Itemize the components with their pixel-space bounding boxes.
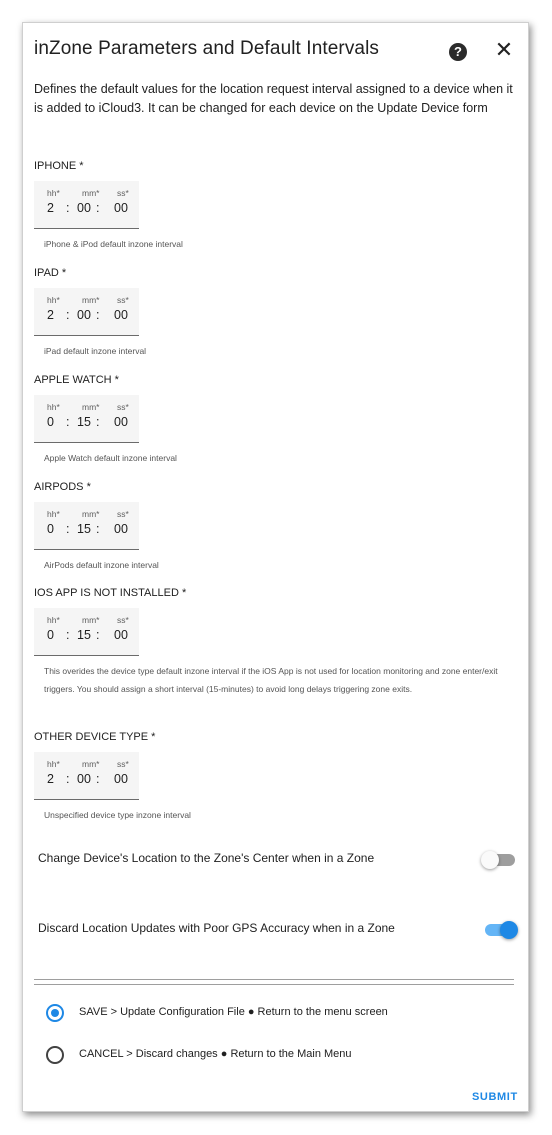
toggle-row-zone-center: Change Device's Location to the Zone's C…: [34, 847, 518, 871]
field-ipad: IPAD * hh* mm* ss* 2 : 00 : 00 iPad defa…: [34, 267, 514, 360]
dialog-description: Defines the default values for the locat…: [34, 82, 513, 115]
minutes-input[interactable]: 00: [77, 772, 91, 786]
hours-input[interactable]: 2: [47, 201, 54, 215]
switch-thumb: [481, 851, 499, 869]
separator: :: [96, 628, 100, 642]
separator: :: [66, 415, 70, 429]
duration-input[interactable]: hh* mm* ss* 0 : 15 : 00: [34, 608, 139, 656]
radio-option-cancel[interactable]: CANCEL > Discard changes ● Return to the…: [46, 1046, 506, 1066]
toggle-switch-zone-center[interactable]: [481, 851, 515, 869]
hours-input[interactable]: 0: [47, 522, 54, 536]
field-helper: This overides the device type default in…: [44, 666, 498, 694]
minutes-input[interactable]: 15: [77, 522, 91, 536]
field-label: IOS APP IS NOT INSTALLED *: [34, 587, 187, 599]
field-label: AIRPODS *: [34, 481, 91, 493]
field-iphone: IPHONE * hh* mm* ss* 2 : 00 : 00 iPhone …: [34, 160, 514, 253]
field-label: APPLE WATCH *: [34, 374, 119, 386]
dialog-title: inZone Parameters and Default Intervals: [34, 38, 380, 59]
minutes-input[interactable]: 00: [77, 308, 91, 322]
field-apple-watch: APPLE WATCH * hh* mm* ss* 0 : 15 : 00 Ap…: [34, 374, 514, 467]
mm-label: mm*: [82, 615, 100, 625]
minutes-input[interactable]: 15: [77, 628, 91, 642]
field-helper: iPad default inzone interval: [44, 346, 147, 356]
separator: :: [66, 772, 70, 786]
separator: :: [66, 201, 70, 215]
seconds-input[interactable]: 00: [114, 201, 128, 215]
mm-label: mm*: [82, 759, 100, 769]
seconds-input[interactable]: 00: [114, 308, 128, 322]
toggle-label: Change Device's Location to the Zone's C…: [38, 851, 375, 865]
switch-thumb: [500, 921, 518, 939]
mm-label: mm*: [82, 402, 100, 412]
field-helper: AirPods default inzone interval: [44, 560, 159, 570]
radio-button[interactable]: [46, 1046, 64, 1064]
separator: :: [96, 415, 100, 429]
field-other-device-type: OTHER DEVICE TYPE * hh* mm* ss* 2 : 00 :…: [34, 731, 514, 824]
hh-label: hh*: [47, 402, 60, 412]
separator: :: [66, 308, 70, 322]
radio-option-save[interactable]: SAVE > Update Configuration File ● Retur…: [46, 1004, 506, 1024]
close-icon[interactable]: ✕: [493, 39, 515, 61]
hours-input[interactable]: 2: [47, 308, 54, 322]
submit-button[interactable]: SUBMIT: [472, 1091, 518, 1103]
separator: :: [66, 522, 70, 536]
field-helper: Unspecified device type inzone interval: [44, 810, 191, 820]
help-icon[interactable]: ?: [449, 43, 467, 61]
hours-input[interactable]: 0: [47, 415, 54, 429]
hours-input[interactable]: 0: [47, 628, 54, 642]
mm-label: mm*: [82, 509, 100, 519]
mm-label: mm*: [82, 188, 100, 198]
separator: :: [66, 628, 70, 642]
ss-label: ss*: [117, 615, 129, 625]
toggle-switch-poor-gps[interactable]: [485, 921, 518, 939]
duration-input[interactable]: hh* mm* ss* 0 : 15 : 00: [34, 395, 139, 443]
seconds-input[interactable]: 00: [114, 628, 128, 642]
hh-label: hh*: [47, 615, 60, 625]
toggle-label: Discard Location Updates with Poor GPS A…: [38, 921, 395, 935]
radio-button[interactable]: [46, 1004, 64, 1022]
separator: :: [96, 308, 100, 322]
field-helper: Apple Watch default inzone interval: [44, 453, 177, 463]
separator: :: [96, 201, 100, 215]
seconds-input[interactable]: 00: [114, 772, 128, 786]
hh-label: hh*: [47, 188, 60, 198]
duration-input[interactable]: hh* mm* ss* 2 : 00 : 00: [34, 288, 139, 336]
field-airpods: AIRPODS * hh* mm* ss* 0 : 15 : 00 AirPod…: [34, 481, 514, 574]
field-label: IPAD *: [34, 267, 67, 279]
dialog: inZone Parameters and Default Intervals …: [22, 22, 529, 1112]
duration-input[interactable]: hh* mm* ss* 2 : 00 : 00: [34, 181, 139, 229]
hh-label: hh*: [47, 759, 60, 769]
ss-label: ss*: [117, 509, 129, 519]
field-helper: iPhone & iPod default inzone interval: [44, 239, 183, 249]
minutes-input[interactable]: 00: [77, 201, 91, 215]
duration-input[interactable]: hh* mm* ss* 2 : 00 : 00: [34, 752, 139, 800]
separator: :: [96, 772, 100, 786]
field-ios-app-not-installed: IOS APP IS NOT INSTALLED * hh* mm* ss* 0…: [34, 587, 514, 698]
ss-label: ss*: [117, 402, 129, 412]
hours-input[interactable]: 2: [47, 772, 54, 786]
hh-label: hh*: [47, 509, 60, 519]
seconds-input[interactable]: 00: [114, 415, 128, 429]
mm-label: mm*: [82, 295, 100, 305]
radio-label: CANCEL > Discard changes ● Return to the…: [79, 1048, 352, 1060]
field-label: OTHER DEVICE TYPE *: [34, 731, 156, 743]
ss-label: ss*: [117, 759, 129, 769]
minutes-input[interactable]: 15: [77, 415, 91, 429]
seconds-input[interactable]: 00: [114, 522, 128, 536]
hh-label: hh*: [47, 295, 60, 305]
radio-label: SAVE > Update Configuration File ● Retur…: [79, 1006, 388, 1018]
ss-label: ss*: [117, 188, 129, 198]
toggle-row-poor-gps: Discard Location Updates with Poor GPS A…: [34, 917, 518, 941]
divider: [34, 979, 514, 985]
ss-label: ss*: [117, 295, 129, 305]
field-label: IPHONE *: [34, 160, 84, 172]
separator: :: [96, 522, 100, 536]
duration-input[interactable]: hh* mm* ss* 0 : 15 : 00: [34, 502, 139, 550]
